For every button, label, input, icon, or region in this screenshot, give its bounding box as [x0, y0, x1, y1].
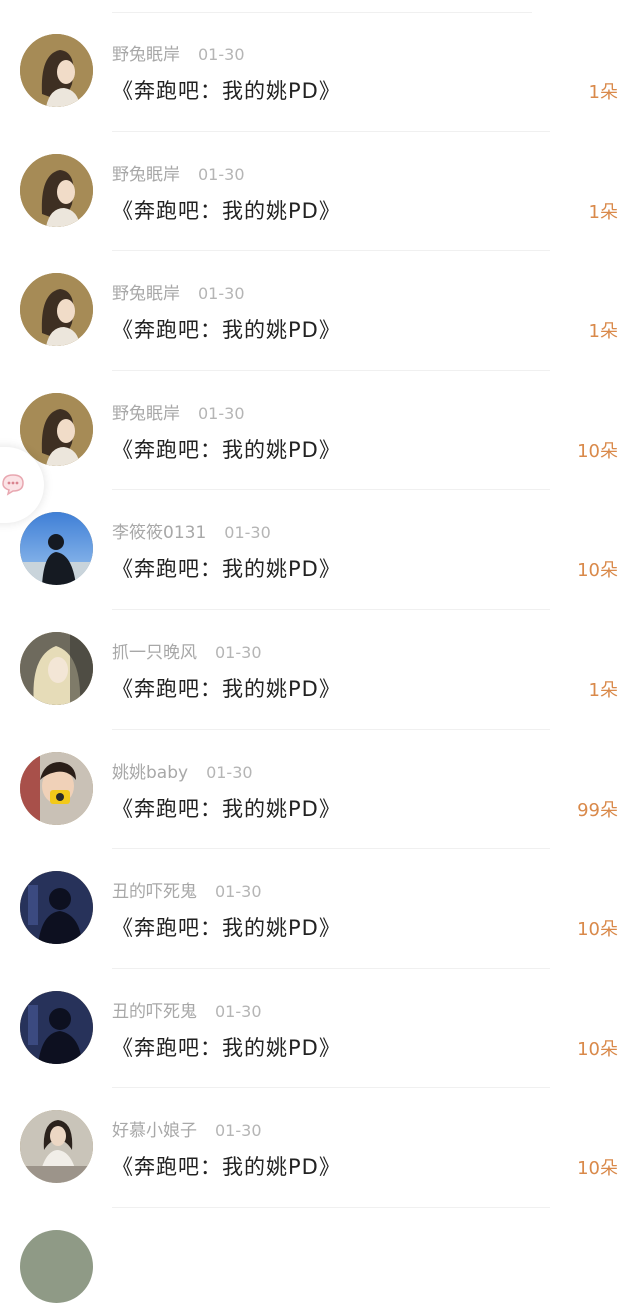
gift-amount: 1朵	[588, 679, 618, 701]
item-meta: 丑的吓死鬼 01-30	[112, 997, 262, 1022]
item-title: 《奔跑吧：我的姚PD》	[112, 676, 341, 701]
item-title: 《奔跑吧：我的姚PD》	[112, 198, 341, 223]
item-title: 《奔跑吧：我的姚PD》	[112, 79, 341, 103]
item-title: 《奔跑吧：我的姚PD》	[112, 796, 341, 821]
gift-amount: 99朵	[577, 799, 618, 821]
username[interactable]: 姚姚baby	[112, 763, 188, 783]
list-item[interactable]: 野兔眠岸 01-30 《奔跑吧：我的姚PD》 1朵	[0, 132, 640, 252]
date: 01-30	[215, 1121, 262, 1141]
list-item[interactable]: 好慕小娘子 01-30 《奔跑吧：我的姚PD》 10朵	[0, 1088, 640, 1208]
list-item[interactable]: 野兔眠岸 01-30 《奔跑吧：我的姚PD》 1朵	[0, 251, 640, 371]
date: 01-30	[215, 882, 262, 902]
gift-amount: 1朵	[588, 82, 618, 103]
username[interactable]: 李筱筱0131	[112, 523, 206, 543]
username[interactable]: 丑的吓死鬼	[112, 1002, 197, 1022]
gift-list: 野兔眠岸 01-30 《奔跑吧：我的姚PD》 1朵 野兔眠岸 01-30 《奔跑吧：…	[0, 12, 640, 1208]
gift-amount: 1朵	[588, 201, 618, 223]
date: 01-30	[198, 164, 245, 184]
item-meta: 野兔眠岸 01-30	[112, 40, 245, 65]
item-meta: 抓一只晚风 01-30	[112, 638, 262, 663]
item-meta: 好慕小娘子 01-30	[112, 1116, 262, 1141]
avatar[interactable]	[20, 871, 93, 945]
avatar[interactable]	[20, 751, 93, 825]
item-title: 《奔跑吧：我的姚PD》	[112, 437, 341, 462]
item-title: 《奔跑吧：我的姚PD》	[112, 1155, 341, 1180]
item-title: 《奔跑吧：我的姚PD》	[112, 318, 341, 343]
divider	[112, 1206, 550, 1208]
date: 01-30	[206, 762, 253, 782]
date: 01-30	[224, 523, 271, 543]
gift-amount: 10朵	[577, 440, 618, 462]
username[interactable]: 丑的吓死鬼	[112, 882, 197, 902]
list-item[interactable]: 丑的吓死鬼 01-30 《奔跑吧：我的姚PD》 10朵	[0, 849, 640, 969]
avatar[interactable]	[20, 512, 93, 586]
list-item[interactable]: 丑的吓死鬼 01-30 《奔跑吧：我的姚PD》 10朵	[0, 969, 640, 1089]
gift-amount: 10朵	[577, 1158, 618, 1180]
gift-amount: 10朵	[577, 1038, 618, 1060]
username[interactable]: 野兔眠岸	[112, 284, 180, 304]
username[interactable]: 好慕小娘子	[112, 1121, 197, 1141]
avatar[interactable]	[20, 153, 93, 227]
list-item[interactable]: 李筱筱0131 01-30 《奔跑吧：我的姚PD》 10朵	[0, 490, 640, 610]
item-meta: 野兔眠岸 01-30	[112, 160, 245, 185]
item-title: 《奔跑吧：我的姚PD》	[112, 557, 341, 582]
avatar[interactable]	[20, 392, 93, 466]
list-item[interactable]: 姚姚baby 01-30 《奔跑吧：我的姚PD》 99朵	[0, 730, 640, 850]
avatar[interactable]	[20, 631, 93, 705]
username[interactable]: 抓一只晚风	[112, 643, 197, 663]
date: 01-30	[198, 45, 245, 64]
avatar[interactable]	[20, 1110, 93, 1184]
gift-amount: 1朵	[588, 321, 618, 343]
item-title: 《奔跑吧：我的姚PD》	[112, 916, 341, 941]
item-meta: 李筱筱0131 01-30	[112, 518, 271, 543]
gift-amount: 10朵	[577, 919, 618, 941]
list-item[interactable]: 抓一只晚风 01-30 《奔跑吧：我的姚PD》 1朵	[0, 610, 640, 730]
item-meta: 野兔眠岸 01-30	[112, 279, 245, 304]
avatar[interactable]	[20, 34, 93, 107]
item-meta: 野兔眠岸 01-30	[112, 399, 245, 424]
list-item[interactable]: 野兔眠岸 01-30 《奔跑吧：我的姚PD》 1朵	[0, 12, 640, 132]
date: 01-30	[198, 284, 245, 304]
date: 01-30	[215, 642, 262, 662]
item-meta: 丑的吓死鬼 01-30	[112, 877, 262, 902]
chat-bubble-icon	[2, 474, 24, 496]
username[interactable]: 野兔眠岸	[112, 165, 180, 185]
item-meta: 姚姚baby 01-30	[112, 758, 253, 783]
gift-amount: 10朵	[577, 560, 618, 582]
date: 01-30	[215, 1001, 262, 1021]
date: 01-30	[198, 403, 245, 423]
username[interactable]: 野兔眠岸	[112, 45, 180, 65]
list-item[interactable]: 野兔眠岸 01-30 《奔跑吧：我的姚PD》 10朵	[0, 371, 640, 491]
avatar[interactable]	[20, 273, 93, 347]
avatar[interactable]	[20, 990, 93, 1064]
username[interactable]: 野兔眠岸	[112, 404, 180, 424]
item-title: 《奔跑吧：我的姚PD》	[112, 1035, 341, 1060]
